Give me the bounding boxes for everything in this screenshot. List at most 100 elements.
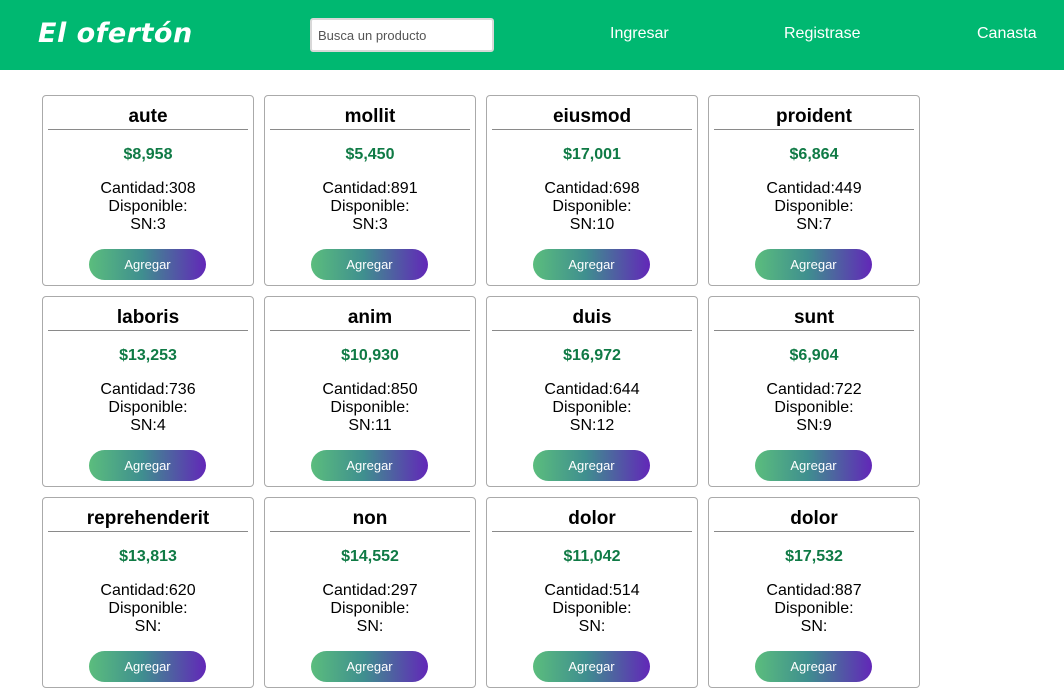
product-price: $14,552 [341, 548, 399, 565]
sn-line: SN: [709, 618, 919, 636]
product-card: dolor $17,532 Cantidad:887 Disponible: SN: Ag… [708, 497, 920, 688]
quantity-line: Cantidad:887 [709, 582, 919, 600]
sn-label: SN: [569, 216, 597, 233]
product-info: Cantidad:736 Disponible: SN:4 [43, 381, 253, 435]
add-to-cart-button[interactable]: Agregar [533, 651, 650, 682]
product-grid: aute $8,958 Cantidad:308 Disponible: SN:3 Agr… [42, 95, 920, 688]
product-info: Cantidad:887 Disponible: SN: [709, 582, 919, 636]
quantity-line: Cantidad:698 [487, 180, 697, 198]
add-to-cart-button[interactable]: Agregar [89, 450, 206, 481]
quantity-value: 308 [168, 180, 196, 197]
product-name: aute [48, 106, 248, 130]
sn-label: SN: [796, 216, 823, 233]
sn-value: 3 [378, 216, 388, 233]
add-to-cart-button[interactable]: Agregar [89, 651, 206, 682]
sn-label: SN: [130, 216, 157, 233]
site-logo[interactable]: El ofertón [38, 14, 193, 54]
product-info: Cantidad:850 Disponible: SN:11 [265, 381, 475, 435]
product-price: $13,813 [119, 548, 177, 565]
cart-link[interactable]: Canasta [977, 24, 1037, 44]
product-info: Cantidad:308 Disponible: SN:3 [43, 180, 253, 234]
quantity-label: Cantidad: [544, 582, 613, 599]
quantity-label: Cantidad: [100, 381, 169, 398]
product-name: laboris [48, 307, 248, 331]
sn-line: SN:7 [709, 216, 919, 234]
quantity-label: Cantidad: [100, 180, 169, 197]
product-name: mollit [270, 106, 470, 130]
sn-label: SN: [796, 417, 823, 434]
quantity-label: Cantidad: [766, 180, 835, 197]
add-to-cart-button[interactable]: Agregar [311, 651, 428, 682]
add-to-cart-button[interactable]: Agregar [533, 450, 650, 481]
product-price: $16,972 [563, 347, 621, 364]
add-to-cart-button[interactable]: Agregar [311, 450, 428, 481]
available-label: Disponible: [108, 198, 188, 215]
quantity-value: 850 [390, 381, 418, 398]
product-price: $6,864 [789, 146, 839, 163]
product-card: aute $8,958 Cantidad:308 Disponible: SN:3 Agr… [42, 95, 254, 286]
product-card: duis $16,972 Cantidad:644 Disponible: SN:12 A… [486, 296, 698, 487]
sn-value: 3 [156, 216, 166, 233]
product-card: dolor $11,042 Cantidad:514 Disponible: SN: Ag… [486, 497, 698, 688]
sn-label: SN: [134, 618, 162, 635]
product-price: $6,904 [789, 347, 839, 364]
product-info: Cantidad:620 Disponible: SN: [43, 582, 253, 636]
available-label: Disponible: [330, 600, 410, 617]
available-label: Disponible: [552, 198, 632, 215]
add-to-cart-button[interactable]: Agregar [311, 249, 428, 280]
sn-value: 9 [822, 417, 832, 434]
sn-value: 7 [822, 216, 832, 233]
sn-line: SN:9 [709, 417, 919, 435]
quantity-line: Cantidad:736 [43, 381, 253, 399]
quantity-value: 698 [612, 180, 640, 197]
sn-line: SN:10 [487, 216, 697, 234]
available-label: Disponible: [552, 600, 632, 617]
sn-value: 4 [156, 417, 166, 434]
available-label: Disponible: [108, 399, 188, 416]
product-info: Cantidad:698 Disponible: SN:10 [487, 180, 697, 234]
product-info: Cantidad:891 Disponible: SN:3 [265, 180, 475, 234]
register-link[interactable]: Registrase [784, 24, 860, 44]
add-to-cart-button[interactable]: Agregar [755, 651, 872, 682]
quantity-value: 722 [834, 381, 862, 398]
sn-label: SN: [352, 216, 379, 233]
add-to-cart-button[interactable]: Agregar [89, 249, 206, 280]
available-label: Disponible: [774, 399, 854, 416]
product-card: reprehenderit $13,813 Cantidad:620 Disponib… [42, 497, 254, 688]
product-name: dolor [492, 508, 692, 532]
add-to-cart-button[interactable]: Agregar [755, 249, 872, 280]
sn-line: SN:4 [43, 417, 253, 435]
product-price: $11,042 [563, 548, 621, 565]
add-to-cart-button[interactable]: Agregar [755, 450, 872, 481]
product-name: duis [492, 307, 692, 331]
quantity-label: Cantidad: [544, 381, 613, 398]
sn-label: SN: [130, 417, 157, 434]
add-to-cart-button[interactable]: Agregar [533, 249, 650, 280]
product-name: reprehenderit [48, 508, 248, 532]
product-card: non $14,552 Cantidad:297 Disponible: SN: Agre… [264, 497, 476, 688]
quantity-line: Cantidad:308 [43, 180, 253, 198]
product-name: proident [714, 106, 914, 130]
search-input[interactable] [310, 18, 494, 52]
quantity-line: Cantidad:644 [487, 381, 697, 399]
available-label: Disponible: [108, 600, 188, 617]
sn-label: SN: [356, 618, 384, 635]
sn-line: SN: [487, 618, 697, 636]
product-name: anim [270, 307, 470, 331]
product-info: Cantidad:722 Disponible: SN:9 [709, 381, 919, 435]
login-link[interactable]: Ingresar [610, 24, 669, 44]
quantity-line: Cantidad:297 [265, 582, 475, 600]
top-navbar: El ofertón Ingresar Registrase Canasta [0, 0, 1064, 70]
sn-line: SN: [265, 618, 475, 636]
product-card: proident $6,864 Cantidad:449 Disponible: SN:… [708, 95, 920, 286]
quantity-value: 297 [390, 582, 418, 599]
available-label: Disponible: [774, 198, 854, 215]
sn-line: SN:11 [265, 417, 475, 435]
sn-value: 11 [375, 417, 392, 434]
quantity-label: Cantidad: [322, 381, 391, 398]
quantity-line: Cantidad:891 [265, 180, 475, 198]
available-label: Disponible: [330, 198, 410, 215]
product-card: laboris $13,253 Cantidad:736 Disponible: SN:… [42, 296, 254, 487]
product-price: $10,930 [341, 347, 399, 364]
product-card: sunt $6,904 Cantidad:722 Disponible: SN:9 Agr… [708, 296, 920, 487]
